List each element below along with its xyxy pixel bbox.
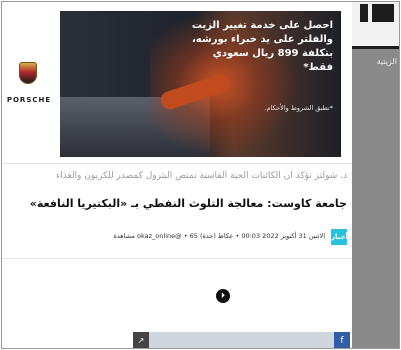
facebook-icon[interactable]: f [334, 332, 350, 348]
divider [2, 258, 352, 259]
article-meta: أخبار الاثنين 31 أكتوبر 2022 00:03 • عكا… [7, 229, 348, 245]
oil-service-ad-banner[interactable]: احصل على خدمة تغيير الزيت والفلتر على يد… [60, 11, 341, 157]
sidebar-divider [352, 46, 399, 49]
article-meta-text: الاثنين 31 أكتوبر 2022 00:03 • عكاظ (جدة… [113, 232, 325, 240]
ad-headline: احصل على خدمة تغيير الزيت والفلتر على يد… [183, 19, 333, 75]
article-subtitle[interactable]: د. شولتز تؤكد أن الكائنات الحية القاسية … [7, 171, 347, 181]
ad-terms: *تطبق الشروط والأحكام. [264, 104, 333, 112]
divider [2, 163, 352, 164]
article-headline[interactable]: جامعة كاوست: معالجة التلوث النفطي بـ «ال… [7, 197, 347, 210]
sidebar-header [352, 2, 399, 46]
site-logo-fragment[interactable] [360, 4, 368, 22]
ad-line-1: احصل على خدمة تغيير الزيت [191, 20, 333, 31]
porsche-crest-icon [19, 62, 37, 84]
sidebar-label[interactable]: الزيتية [377, 57, 397, 66]
page-frame: PORSCHE احصل على خدمة تغيير الزيت والفلت… [1, 1, 400, 349]
site-logo-fragment[interactable] [372, 4, 394, 22]
ad-line-3: بتكلفة 899 ريال سعودي فقط* [212, 48, 333, 73]
related-media-thumbnail[interactable]: ↗ f [133, 332, 350, 348]
porsche-logo[interactable]: PORSCHE [5, 62, 53, 110]
brand-wordmark: PORSCHE [6, 96, 52, 104]
category-tag[interactable]: أخبار [331, 229, 348, 245]
share-icon[interactable]: ↗ [133, 332, 149, 348]
play-icon[interactable]: ⏵ [216, 289, 230, 303]
right-sidebar: الزيتية [352, 2, 399, 348]
ad-line-2: والفلتر على يد خبراء بورشه، [192, 34, 333, 45]
